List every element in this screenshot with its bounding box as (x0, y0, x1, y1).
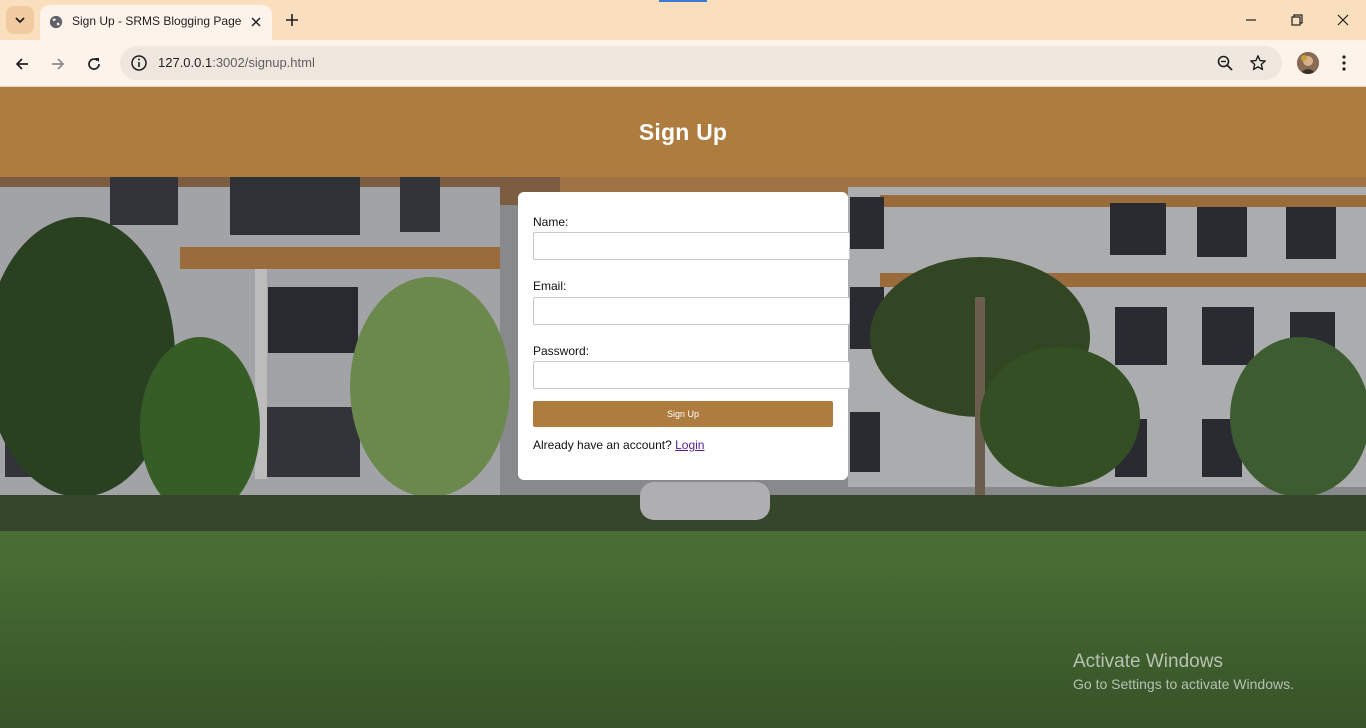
email-input[interactable] (533, 297, 850, 325)
tab-active[interactable]: Sign Up - SRMS Blogging Page (40, 5, 272, 40)
signup-card: Name: Email: Password: Sign Up Already h… (518, 192, 850, 480)
site-header: Sign Up (0, 87, 1366, 177)
tab-strip: Sign Up - SRMS Blogging Page (0, 0, 1366, 40)
login-link[interactable]: Login (675, 438, 704, 452)
close-window-button[interactable] (1331, 8, 1355, 32)
email-label: Email: (533, 279, 567, 293)
tab-strip-accent (659, 0, 707, 2)
address-url: 127.0.0.1:3002/signup.html (158, 55, 315, 70)
url-host: 127.0.0.1 (158, 55, 213, 70)
tab-search-button[interactable] (6, 6, 34, 34)
close-icon (1337, 14, 1349, 26)
reload-icon (88, 58, 100, 70)
tab-title: Sign Up - SRMS Blogging Page (72, 14, 242, 28)
arrow-left-icon (15, 58, 28, 70)
name-input[interactable] (533, 232, 850, 260)
tab-close-button[interactable] (246, 12, 266, 32)
forward-button[interactable] (46, 52, 70, 76)
browser-menu-button[interactable] (1334, 52, 1354, 74)
page-viewport: Sign Up Name: Email: Password: Sign Up A… (0, 87, 1366, 728)
minimize-button[interactable] (1239, 8, 1263, 32)
zoom-icon[interactable] (1216, 54, 1234, 72)
password-label: Password: (533, 344, 590, 358)
windows-activation-watermark: Activate Windows Go to Settings to activ… (1073, 650, 1294, 694)
back-button[interactable] (10, 52, 34, 76)
watermark-title: Activate Windows (1073, 651, 1223, 672)
minimize-icon (1246, 19, 1256, 21)
globe-icon (49, 15, 63, 29)
profile-picture (1297, 52, 1319, 74)
url-path: :3002/signup.html (212, 55, 315, 70)
arrow-right-icon (52, 58, 65, 70)
info-icon[interactable] (130, 54, 148, 72)
plus-icon (286, 14, 298, 26)
login-prompt-text: Already have an account? (533, 438, 672, 452)
address-bar[interactable]: 127.0.0.1:3002/signup.html (120, 46, 1282, 80)
avatar[interactable] (1297, 52, 1319, 74)
login-prompt: Already have an account? Login (533, 438, 704, 452)
name-label: Name: (533, 215, 569, 229)
new-tab-button[interactable] (281, 9, 303, 31)
restore-button[interactable] (1285, 8, 1309, 32)
chevron-down-icon (15, 17, 25, 24)
sign-up-button[interactable]: Sign Up (533, 401, 833, 427)
star-icon[interactable] (1249, 54, 1267, 72)
browser-toolbar: 127.0.0.1:3002/signup.html (0, 40, 1366, 87)
password-input[interactable] (533, 361, 850, 389)
restore-icon (1291, 14, 1303, 26)
kebab-menu-icon (1342, 55, 1346, 71)
close-icon (251, 17, 261, 27)
reload-button[interactable] (82, 52, 106, 76)
watermark-subtitle: Go to Settings to activate Windows. (1073, 676, 1294, 692)
page-title: Sign Up (638, 118, 728, 145)
